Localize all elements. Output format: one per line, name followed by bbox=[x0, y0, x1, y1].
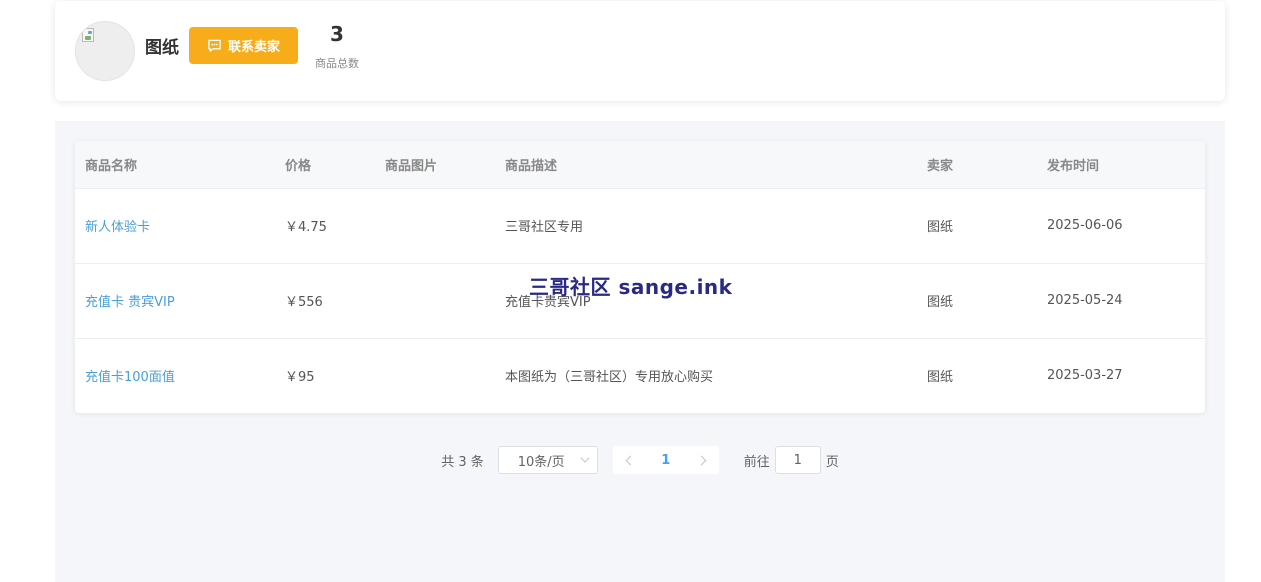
table-header-row: 商品名称 价格 商品图片 商品描述 卖家 发布时间 bbox=[75, 141, 1205, 189]
product-link[interactable]: 新人体验卡 bbox=[85, 220, 150, 235]
seller-card: 图纸 联系卖家 3 商品总数 bbox=[55, 1, 1225, 101]
seller-cell: 图纸 bbox=[927, 295, 954, 310]
contact-seller-button[interactable]: 联系卖家 bbox=[189, 26, 298, 64]
watermark: 三哥社区 sange.ink bbox=[529, 275, 733, 299]
image-cell bbox=[375, 263, 495, 338]
contact-seller-label: 联系卖家 bbox=[227, 39, 280, 55]
product-link[interactable]: 充值卡 贵宾VIP bbox=[85, 295, 175, 310]
product-count-label: 商品总数 bbox=[315, 57, 359, 70]
next-page-icon[interactable] bbox=[696, 455, 707, 465]
chevron-down-icon bbox=[580, 453, 590, 463]
seller-name: 图纸 bbox=[145, 37, 179, 58]
price-cell: ￥4.75 bbox=[285, 220, 327, 235]
page-size-value: 10条/页 bbox=[517, 454, 565, 470]
price-cell: ￥556 bbox=[285, 295, 323, 310]
seller-avatar bbox=[75, 21, 135, 81]
image-cell bbox=[375, 338, 495, 413]
description-cell: 三哥社区专用 bbox=[505, 220, 584, 235]
header-description: 商品描述 bbox=[495, 141, 917, 189]
goto-page-input[interactable] bbox=[774, 446, 821, 474]
pagination-nav: 1 bbox=[612, 446, 719, 474]
table-row: 充值卡100面值 ￥95 本图纸为（三哥社区）专用放心购买 图纸 2025-03… bbox=[75, 338, 1205, 413]
seller-cell: 图纸 bbox=[927, 220, 954, 235]
date-cell: 2025-03-27 bbox=[1047, 368, 1123, 384]
product-link[interactable]: 充值卡100面值 bbox=[85, 370, 175, 385]
product-count-value: 3 bbox=[330, 22, 344, 46]
prev-page-icon[interactable] bbox=[625, 455, 636, 465]
goto-label: 前往 bbox=[743, 454, 770, 470]
description-cell: 本图纸为（三哥社区）专用放心购买 bbox=[505, 370, 714, 386]
date-cell: 2025-06-06 bbox=[1047, 218, 1123, 233]
header-seller: 卖家 bbox=[917, 141, 1037, 189]
page-jump: 前往 页 bbox=[744, 446, 839, 474]
broken-image-icon bbox=[82, 28, 94, 42]
header-product-image: 商品图片 bbox=[375, 141, 495, 189]
table-row: 新人体验卡 ￥4.75 三哥社区专用 图纸 2025-06-06 bbox=[75, 188, 1205, 263]
products-panel: 商品名称 价格 商品图片 商品描述 卖家 发布时间 新人体验卡 ￥4.75 三哥… bbox=[55, 121, 1225, 582]
product-name-cell: 充值卡100面值 bbox=[75, 338, 275, 413]
product-name-cell: 充值卡 贵宾VIP bbox=[75, 263, 275, 338]
header-price: 价格 bbox=[275, 141, 375, 189]
seller-cell: 图纸 bbox=[927, 370, 954, 386]
chat-icon bbox=[208, 39, 221, 52]
page: 图纸 联系卖家 3 商品总数 商品名称 价格 商品图片 商品描述 卖家 发布时间… bbox=[0, 0, 1261, 582]
header-product-name: 商品名称 bbox=[75, 141, 275, 189]
page-size-select[interactable]: 10条/页 bbox=[497, 446, 598, 474]
header-publish-date: 发布时间 bbox=[1037, 141, 1205, 189]
page-number-current[interactable]: 1 bbox=[661, 453, 670, 468]
product-name-cell: 新人体验卡 bbox=[75, 188, 275, 263]
image-cell bbox=[375, 188, 495, 263]
page-unit-label: 页 bbox=[825, 454, 839, 470]
pagination-total: 共 3 条 bbox=[441, 454, 484, 470]
price-cell: ￥95 bbox=[285, 370, 315, 386]
product-count-stat: 3 商品总数 bbox=[313, 21, 361, 71]
date-cell: 2025-05-24 bbox=[1047, 293, 1123, 308]
pagination: 共 3 条 10条/页 1 前往 页 bbox=[55, 446, 1225, 474]
